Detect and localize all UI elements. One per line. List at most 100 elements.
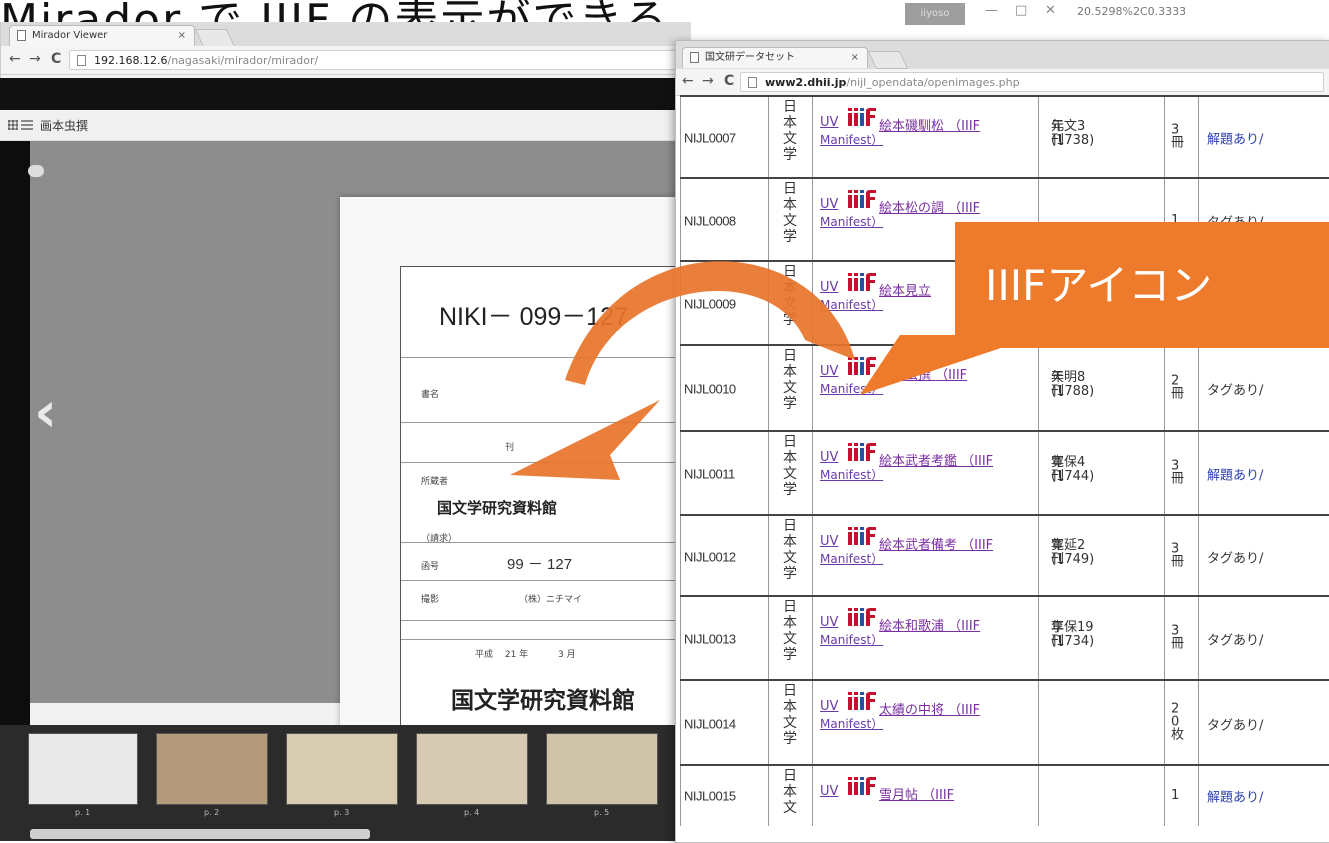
thumbnail[interactable]	[156, 733, 268, 805]
manifest-link[interactable]: Manifest）	[820, 550, 883, 567]
book-title-link[interactable]: 雪月帖 （IIIF	[879, 784, 954, 803]
tab-title: 国文研データセット	[705, 52, 795, 63]
book-title: 画本虫撰	[879, 368, 932, 383]
row-id: NIJL0010	[684, 381, 736, 397]
row-title-cell: UV 絵本武者考鑑 （IIIF Manifest）	[812, 432, 1038, 516]
book-title-link[interactable]: 絵本松の調 （IIIF	[879, 197, 980, 216]
row-note[interactable]: 解題あり/	[1207, 787, 1263, 806]
iiif-icon[interactable]	[847, 607, 877, 627]
close-icon[interactable]: ✕	[1045, 3, 1056, 18]
iiif-icon[interactable]	[847, 189, 877, 209]
iiif-icon[interactable]	[847, 526, 877, 546]
row-id-cell: NIJL0008	[680, 179, 768, 262]
manifest-link[interactable]: Manifest）	[820, 131, 883, 148]
tab-bar: 国文研データセット ×	[676, 41, 1329, 69]
row-id-cell: NIJL0012	[680, 516, 768, 597]
list-view-icon[interactable]	[21, 120, 33, 130]
iiif-icon[interactable]	[847, 107, 877, 127]
reload-icon[interactable]: C	[724, 73, 734, 89]
uv-link[interactable]: UV	[820, 115, 838, 130]
book-title-link[interactable]: 太績の中将 （IIIF	[879, 699, 980, 718]
uv-link[interactable]: UV	[820, 784, 838, 799]
forward-arrow-icon[interactable]: →	[702, 73, 714, 89]
uv-link[interactable]: UV	[820, 615, 838, 630]
row-title-cell: UV 画本虫撰 （IIIF Manifest）	[812, 346, 1038, 432]
row-note-cell: タグあり/	[1198, 597, 1329, 681]
iiif-icon[interactable]	[847, 272, 877, 292]
book-title-link[interactable]: 絵本見立	[879, 280, 931, 299]
uv-link[interactable]: UV	[820, 197, 838, 212]
grid-view-icon[interactable]	[8, 120, 18, 130]
close-icon[interactable]: ×	[178, 26, 186, 46]
table-row: NIJL0011 日本文学 UV 絵本武者考鑑 （IIIF Manifest） 寛保4 (…	[680, 430, 1329, 516]
iiif-icon[interactable]	[847, 776, 877, 796]
uv-link[interactable]: UV	[820, 364, 838, 379]
row-id-cell: NIJL0015	[680, 766, 768, 826]
manifest-link[interactable]: Manifest）	[820, 213, 883, 230]
back-arrow-icon[interactable]: ←	[9, 51, 21, 67]
book-title-link[interactable]: 絵本武者備考 （IIIF	[879, 534, 993, 553]
forward-arrow-icon[interactable]: →	[29, 51, 41, 67]
uv-link[interactable]: UV	[820, 699, 838, 714]
book-title: 絵本松の調	[879, 201, 945, 216]
row-category: 日本文学	[783, 348, 797, 412]
url-input[interactable]: 192.168.12.6/nagasaki/mirador/mirador/	[69, 50, 681, 70]
thumbnail[interactable]	[286, 733, 398, 805]
new-tab-button[interactable]	[867, 51, 909, 69]
row-category-cell: 日本文学	[768, 346, 812, 432]
label-number: 99 － 127	[507, 556, 573, 573]
row-note[interactable]: 解題あり/	[1207, 129, 1263, 148]
manifest-link[interactable]: Manifest）	[820, 380, 883, 397]
label-field-edition: 刊	[505, 443, 515, 453]
manifest-link[interactable]: Manifest）	[820, 715, 883, 732]
uv-link[interactable]: UV	[820, 450, 838, 465]
row-id: NIJL0011	[684, 466, 735, 482]
manifest-link[interactable]: Manifest）	[820, 466, 883, 483]
label-divider	[401, 542, 691, 543]
row-note: タグあり/	[1207, 718, 1264, 733]
maximize-icon[interactable]: □	[1015, 3, 1027, 18]
viewer-title: 画本虫撰	[40, 119, 89, 133]
new-tab-button[interactable]	[194, 29, 236, 47]
uv-link[interactable]: UV	[820, 534, 838, 549]
reload-icon[interactable]: C	[51, 51, 61, 67]
thumbnail[interactable]	[416, 733, 528, 805]
thumbnail[interactable]	[28, 733, 138, 805]
url-host: 192.168.12.6	[94, 54, 168, 67]
row-date-suffix: 年 刊	[1051, 118, 1065, 148]
url-host: www2.dhii.jp	[765, 76, 847, 89]
manifest-link[interactable]: Manifest）	[820, 631, 883, 648]
book-title-link[interactable]: 画本虫撰 （IIIF	[879, 364, 967, 383]
iiif-icon[interactable]	[847, 442, 877, 462]
manifest-open: （IIIF	[948, 619, 981, 634]
row-note[interactable]: 解題あり/	[1207, 465, 1263, 484]
manifest-link[interactable]: Manifest）	[820, 296, 883, 313]
book-title-link[interactable]: 絵本武者考鑑 （IIIF	[879, 450, 993, 469]
iiif-icon[interactable]	[847, 691, 877, 711]
row-id-cell: NIJL0013	[680, 597, 768, 681]
book-title: 絵本見立	[879, 284, 932, 299]
row-id: NIJL0012	[684, 549, 736, 564]
row-date-cell: 寛延2 (1749) 年 刊	[1038, 516, 1164, 597]
back-arrow-icon[interactable]: ←	[682, 73, 694, 89]
row-note-cell: 解題あり/	[1198, 432, 1329, 516]
tab-dataset[interactable]: 国文研データセット ×	[682, 47, 868, 68]
book-title-link[interactable]: 絵本和歌浦 （IIIF	[879, 615, 980, 634]
thumbnail[interactable]	[546, 733, 658, 805]
row-volume: 3冊	[1171, 541, 1185, 570]
iiif-icon[interactable]	[847, 356, 877, 376]
row-category-cell: 日本文学	[768, 262, 812, 346]
address-bar: ← → C 192.168.12.6/nagasaki/mirador/mira…	[1, 46, 691, 75]
minimize-icon[interactable]: —	[985, 3, 998, 18]
uv-link[interactable]: UV	[820, 280, 838, 295]
thumbnail-label: p. 3	[334, 808, 350, 817]
coordinate-readout: 20.5298%2C0.3333	[1077, 5, 1187, 18]
book-title-link[interactable]: 絵本磯馴松 （IIIF	[879, 115, 980, 134]
previous-page-icon[interactable]: ‹	[34, 380, 57, 445]
horizontal-scrollbar[interactable]	[30, 829, 370, 839]
close-icon[interactable]: ×	[851, 48, 859, 68]
row-category: 日本文学	[783, 683, 797, 747]
tab-mirador[interactable]: Mirador Viewer ×	[9, 25, 195, 46]
url-input[interactable]: www2.dhii.jp/nijl_opendata/openimages.ph…	[740, 72, 1324, 92]
comment-icon[interactable]	[28, 165, 44, 177]
